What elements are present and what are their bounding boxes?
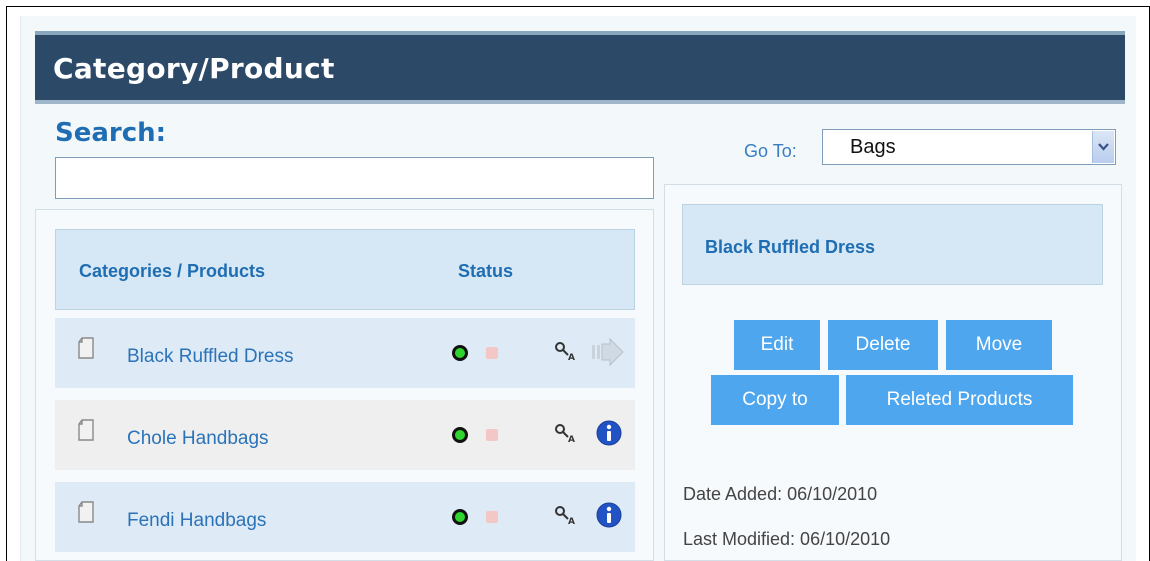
document-icon xyxy=(78,337,94,359)
detail-title: Black Ruffled Dress xyxy=(705,237,876,257)
key-icon[interactable]: A xyxy=(554,341,578,361)
svg-text:A: A xyxy=(568,353,575,361)
copy-to-button[interactable]: Copy to xyxy=(711,375,839,425)
page-header: Category/Product xyxy=(35,31,1125,104)
list-item[interactable]: Black Ruffled Dress A xyxy=(55,318,635,388)
list-header: Categories / Products Status xyxy=(55,229,635,310)
status-inactive-indicator[interactable] xyxy=(486,429,498,441)
edit-button[interactable]: Edit xyxy=(734,320,820,370)
status-inactive-indicator[interactable] xyxy=(486,347,498,359)
goto-label: Go To: xyxy=(744,141,797,161)
status-active-indicator[interactable] xyxy=(452,427,468,443)
list-item[interactable]: Fendi Handbags A xyxy=(55,482,635,552)
key-icon[interactable]: A xyxy=(554,423,578,443)
list-item-name[interactable]: Fendi Handbags xyxy=(127,510,266,532)
list-item-name[interactable]: Black Ruffled Dress xyxy=(127,346,294,368)
column-header-status: Status xyxy=(458,261,514,281)
delete-button[interactable]: Delete xyxy=(828,320,938,370)
key-icon[interactable]: A xyxy=(554,505,578,525)
chevron-down-icon xyxy=(1098,143,1109,151)
status-active-indicator[interactable] xyxy=(452,509,468,525)
move-button[interactable]: Move xyxy=(946,320,1052,370)
last-modified: Last Modified: 06/10/2010 xyxy=(683,529,891,549)
svg-text:A: A xyxy=(568,435,575,443)
list-item[interactable]: Chole Handbags A xyxy=(55,400,635,470)
document-icon xyxy=(78,419,94,441)
svg-text:A: A xyxy=(568,517,575,525)
list-item-name[interactable]: Chole Handbags xyxy=(127,428,269,450)
page-title: Category/Product xyxy=(53,52,335,85)
related-products-button[interactable]: Releted Products xyxy=(846,375,1073,425)
detail-header: Black Ruffled Dress xyxy=(682,204,1103,285)
document-icon xyxy=(78,501,94,523)
arrow-right-icon[interactable] xyxy=(590,337,626,367)
column-header-categories: Categories / Products xyxy=(79,261,266,281)
status-active-indicator[interactable] xyxy=(452,345,468,361)
info-icon[interactable] xyxy=(595,419,623,447)
status-inactive-indicator[interactable] xyxy=(486,511,498,523)
search-input[interactable] xyxy=(55,157,654,199)
search-label: Search: xyxy=(55,118,167,148)
goto-select[interactable]: Bags xyxy=(822,129,1116,165)
info-icon[interactable] xyxy=(595,501,623,529)
goto-selected-value: Bags xyxy=(850,136,896,158)
date-added: Date Added: 06/10/2010 xyxy=(683,484,878,504)
dropdown-button[interactable] xyxy=(1092,131,1114,163)
